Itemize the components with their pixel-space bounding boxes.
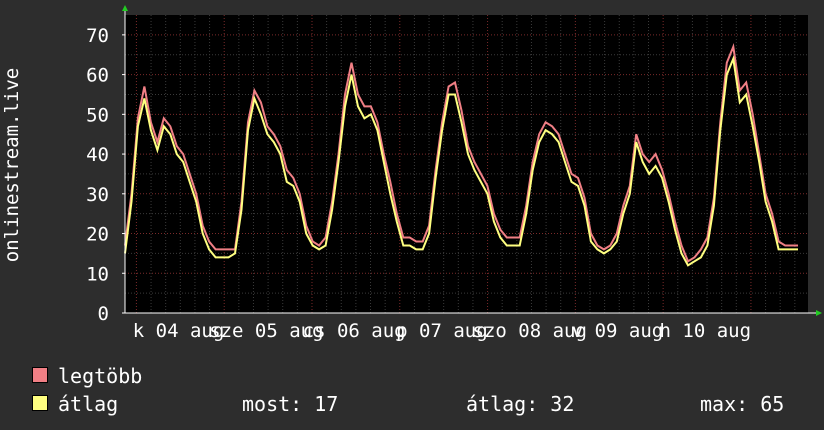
stat-current: most: 17 (242, 390, 338, 418)
y-axis-arrow (122, 5, 128, 11)
plot-background (125, 15, 808, 313)
legend-label-avg: átlag (58, 392, 119, 416)
y-tick-label: 30 (86, 184, 109, 206)
stat-maximum-label: max: (700, 392, 749, 416)
x-tick-label: h 10 aug (660, 320, 752, 342)
y-tick-label: 60 (86, 65, 109, 87)
y-axis-label: onlinestream.live (1, 68, 23, 262)
x-tick-label: szo 08 aug (473, 320, 587, 342)
stat-average: átlag: 32 (466, 390, 574, 418)
y-tick-label: 20 (86, 224, 109, 246)
y-tick-label: 50 (86, 104, 109, 126)
legend-row-avg: átlag most: 17 átlag: 32 max: 65 (30, 390, 810, 418)
y-tick-label: 0 (98, 303, 109, 325)
y-tick-label: 10 (86, 263, 109, 285)
legend: legtöbb átlag most: 17 átlag: 32 max: 65 (30, 362, 810, 418)
stat-current-label: most: (242, 392, 303, 416)
stat-average-label: átlag: (466, 392, 539, 416)
x-tick-label: cs 06 aug (303, 320, 406, 342)
stat-average-value: 32 (550, 392, 575, 416)
stat-maximum-value: 65 (760, 392, 785, 416)
legend-swatch-avg (32, 395, 48, 411)
stat-current-value: 17 (314, 392, 339, 416)
y-tick-label: 70 (86, 25, 109, 47)
legend-swatch-max (32, 367, 48, 383)
y-tick-label: 40 (86, 144, 109, 166)
legend-label-max: legtöbb (58, 364, 143, 388)
legend-row-max: legtöbb (30, 362, 810, 390)
x-axis-arrow (816, 310, 822, 316)
stat-maximum: max: 65 (700, 390, 784, 418)
x-tick-label: v 09 aug (572, 320, 664, 342)
